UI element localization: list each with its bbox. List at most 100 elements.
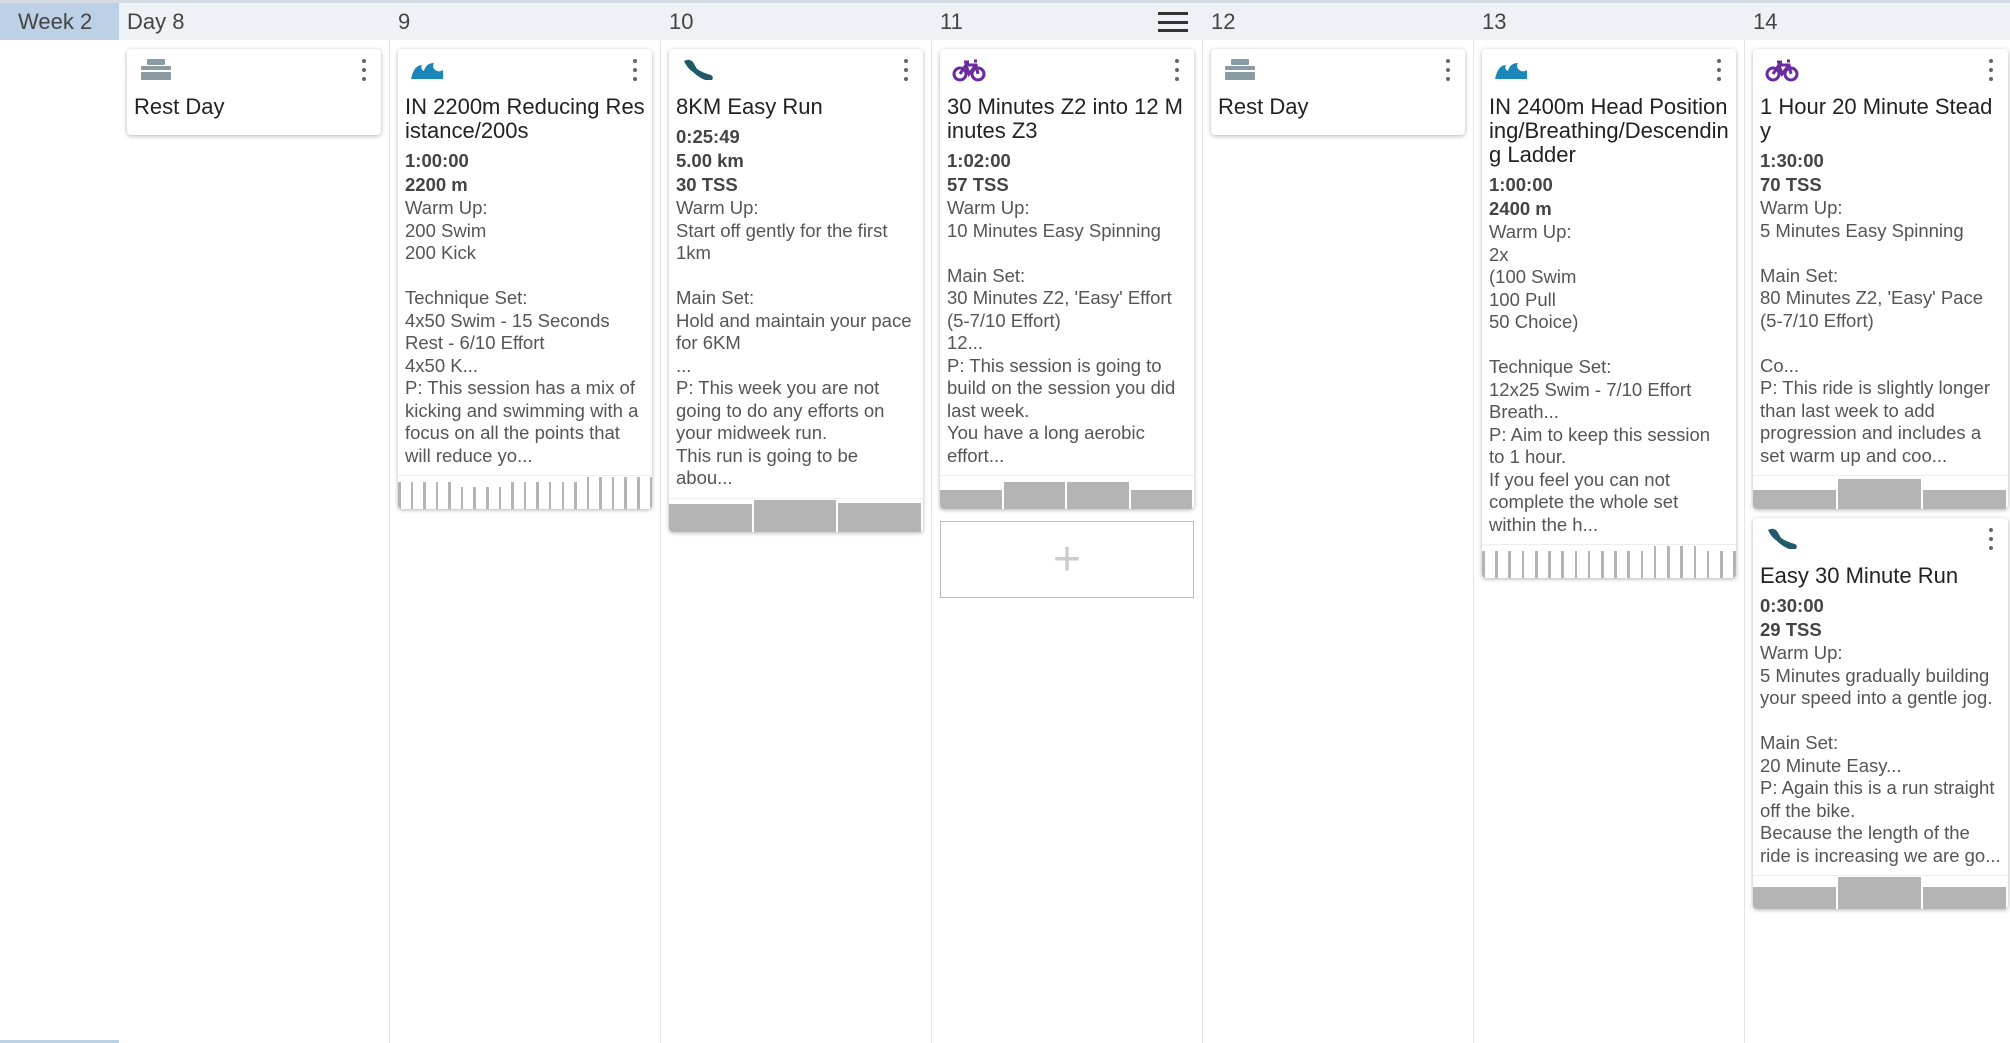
intensity-profile [1482,544,1736,578]
workout-stat: 2200 m [405,173,645,197]
workout-stats: 1:00:002400 m [1482,167,1736,221]
workout-stat: 29 TSS [1760,618,2001,642]
run-shoe-icon [1765,526,1799,552]
rest-bed-icon [1223,57,1257,83]
more-options-icon[interactable] [1443,59,1453,81]
intensity-bar [423,482,426,509]
plus-icon: + [1053,532,1081,587]
add-workout-button[interactable]: + [940,521,1194,598]
intensity-profile [1753,475,2008,509]
workout-description: Warm Up: 5 Minutes gradually building yo… [1753,642,2008,875]
workout-stat: 1:02:00 [947,149,1187,173]
day-column: IN 2200m Reducing Resistance/200s1:00:00… [390,40,661,1043]
workout-stat: 2400 m [1489,197,1729,221]
intensity-bar [524,482,527,509]
workout-card[interactable]: 1 Hour 20 Minute Steady1:30:0070 TSSWarm… [1753,49,2008,509]
intensity-bar [448,482,451,509]
intensity-bar [1838,877,1923,909]
day-label: Day 8 [119,3,184,40]
more-options-icon[interactable] [901,59,911,81]
card-header [127,49,381,93]
workout-card[interactable]: 30 Minutes Z2 into 12 Minutes Z31:02:005… [940,49,1194,509]
workout-description: Warm Up: Start off gently for the first … [669,197,923,498]
intensity-bar [940,490,1004,509]
more-options-icon[interactable] [1714,59,1724,81]
intensity-bar [650,477,652,509]
workout-card[interactable]: Rest Day [127,49,381,135]
intensity-bar [473,487,476,509]
intensity-bar [1654,546,1657,578]
card-header [1753,518,2008,562]
intensity-bar [1733,551,1736,578]
workout-title: Easy 30 Minute Run [1753,562,2008,588]
intensity-bar [486,487,489,509]
workout-stat: 1:00:00 [1489,173,1729,197]
intensity-bar [838,503,923,532]
intensity-bar [612,477,615,509]
intensity-bar [1838,479,1923,509]
day-column: Rest Day [119,40,390,1043]
intensity-bar [1535,551,1538,578]
card-header [1482,49,1736,93]
intensity-bar [536,482,539,509]
workout-card[interactable]: IN 2400m Head Positioning/Breathing/Desc… [1482,49,1736,578]
intensity-profile [1753,875,2008,909]
workout-stat: 1:30:00 [1760,149,2001,173]
more-options-icon[interactable] [630,59,640,81]
intensity-bar [1680,546,1683,578]
intensity-bar [574,482,577,509]
intensity-bar [1667,546,1670,578]
intensity-bar [1131,490,1195,509]
more-options-icon[interactable] [359,59,369,81]
week-label[interactable]: Week 2 [0,3,119,40]
workout-description: Warm Up: 200 Swim 200 Kick Technique Set… [398,197,652,475]
workout-title: 8KM Easy Run [669,93,923,119]
workout-title: IN 2200m Reducing Resistance/200s [398,93,652,143]
workout-stat: 0:25:49 [676,125,916,149]
workout-stat: 0:30:00 [1760,594,2001,618]
intensity-bar [624,477,627,509]
day-label: 11 [932,3,963,40]
workout-stat: 5.00 km [676,149,916,173]
workout-stats: 0:30:0029 TSS [1753,588,2008,642]
intensity-bar [1614,551,1617,578]
intensity-bar [1753,490,1838,509]
intensity-bar [1508,551,1511,578]
workout-card[interactable]: IN 2200m Reducing Resistance/200s1:00:00… [398,49,652,509]
intensity-bar [1641,551,1644,578]
day-column: 30 Minutes Z2 into 12 Minutes Z31:02:005… [932,40,1203,1043]
intensity-bar [499,487,502,509]
workout-title: Rest Day [1211,93,1465,135]
intensity-bar [562,482,565,509]
intensity-bar [549,482,552,509]
intensity-bar [637,477,640,509]
hamburger-menu-icon[interactable] [1158,12,1188,32]
card-header [1211,49,1465,93]
intensity-bar [1561,551,1564,578]
week-header: Week 2 Day 8 9 10 11 12 13 14 [0,0,2010,40]
workout-title: Rest Day [127,93,381,135]
workout-stats: 1:00:002200 m [398,143,652,197]
intensity-profile [669,498,923,532]
intensity-bar [1753,887,1838,909]
workout-stat: 1:00:00 [405,149,645,173]
more-options-icon[interactable] [1986,59,1996,81]
card-header [398,49,652,93]
workout-card[interactable]: 8KM Easy Run0:25:495.00 km30 TSSWarm Up:… [669,49,923,532]
intensity-bar [669,504,754,531]
day-column: Rest Day [1203,40,1474,1043]
workout-stats: 0:25:495.00 km30 TSS [669,119,923,197]
workout-card[interactable]: Rest Day [1211,49,1465,135]
day-label: 10 [661,3,693,40]
bike-icon [952,57,986,83]
intensity-bar [1720,551,1723,578]
intensity-bar [1522,551,1525,578]
day-label: 14 [1745,3,1777,40]
workout-card[interactable]: Easy 30 Minute Run0:30:0029 TSSWarm Up: … [1753,518,2008,909]
intensity-bar [411,482,414,509]
more-options-icon[interactable] [1986,528,1996,550]
bike-icon [1765,57,1799,83]
intensity-bar [1923,490,2008,509]
more-options-icon[interactable] [1172,59,1182,81]
workout-stat: 30 TSS [676,173,916,197]
